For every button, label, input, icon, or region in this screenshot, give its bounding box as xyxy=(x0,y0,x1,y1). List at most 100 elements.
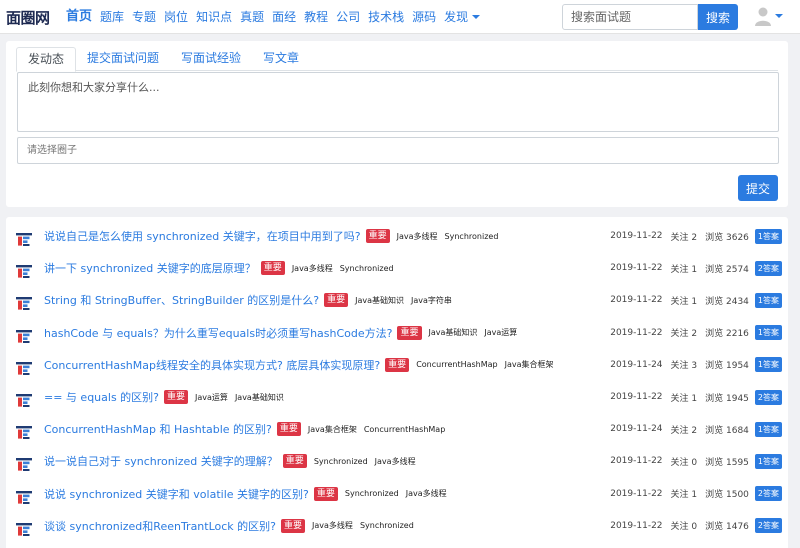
composer-tabs: 发动态 提交面试问题 写面试经验 写文章 xyxy=(16,47,778,72)
tab-submit-question[interactable]: 提交面试问题 xyxy=(76,47,170,71)
question-follows: 关注 0 xyxy=(670,457,698,468)
question-tag[interactable]: Java运算 xyxy=(484,327,517,338)
nav-link-discover-dropdown[interactable]: 发现 xyxy=(440,0,484,34)
answers-badge[interactable]: 1答案 xyxy=(754,421,782,437)
question-meta: 2019-11-22 关注 2 浏览 3626 1答案 xyxy=(610,220,782,252)
nav-link-source-code[interactable]: 源码 xyxy=(408,0,440,34)
answers-badge[interactable]: 1答案 xyxy=(754,453,782,469)
answers-badge[interactable]: 2答案 xyxy=(754,518,782,534)
question-category-icon xyxy=(16,424,32,440)
nav-link-knowledge[interactable]: 知识点 xyxy=(192,0,236,34)
search-input[interactable] xyxy=(562,4,698,30)
important-badge: 重要 xyxy=(164,390,189,404)
nav-link-question-bank[interactable]: 题库 xyxy=(96,0,128,34)
answers-badge[interactable]: 2答案 xyxy=(754,486,782,502)
question-tag[interactable]: Java基础知识 xyxy=(429,327,478,338)
tab-write-experience[interactable]: 写面试经验 xyxy=(170,47,252,71)
question-tag[interactable]: Java多线程 xyxy=(312,520,353,531)
question-row: 说说 synchronized 关键字和 volatile 关键字的区别? 重要 S… xyxy=(6,478,788,510)
tab-post-update[interactable]: 发动态 xyxy=(16,47,77,72)
question-follows: 关注 1 xyxy=(670,490,698,501)
answers-badge[interactable]: 2答案 xyxy=(754,389,782,405)
question-title-link[interactable]: 说说自己是怎么使用 synchronized 关键字，在项目中用到了吗? xyxy=(44,228,361,244)
question-title-link[interactable]: ConcurrentHashMap 和 Hashtable 的区别? xyxy=(44,421,272,437)
post-textarea[interactable] xyxy=(17,72,779,132)
question-row: 说一说自己对于 synchronized 关键字的理解？ 重要 Synchroniz… xyxy=(6,445,788,477)
answers-badge[interactable]: 2答案 xyxy=(754,260,782,276)
question-category-icon xyxy=(16,392,32,407)
question-title-link[interactable]: 说一说自己对于 synchronized 关键字的理解？ xyxy=(44,453,278,469)
site-logo[interactable]: 面圈网 xyxy=(6,7,50,28)
answers-badge[interactable]: 1答案 xyxy=(754,292,782,308)
question-meta: 2019-11-22 关注 1 浏览 2574 2答案 xyxy=(610,252,782,284)
question-main: 说一说自己对于 synchronized 关键字的理解？ 重要 Synchroniz… xyxy=(44,445,416,477)
question-date: 2019-11-22 xyxy=(610,295,663,306)
tab-write-article[interactable]: 写文章 xyxy=(252,47,310,71)
answers-badge[interactable]: 1答案 xyxy=(754,357,782,373)
question-tag[interactable]: ConcurrentHashMap xyxy=(416,360,497,369)
question-tag[interactable]: Java集合框架 xyxy=(505,359,554,370)
question-row: hashCode 与 equals？为什么重写equals时必须重写hashCo… xyxy=(6,317,788,349)
question-tag[interactable]: Synchronized xyxy=(314,457,368,466)
question-tag[interactable]: Synchronized xyxy=(340,264,394,273)
question-follows: 关注 1 xyxy=(670,264,698,275)
submit-button[interactable]: 提交 xyxy=(738,175,778,201)
answers-badge[interactable]: 1答案 xyxy=(754,325,782,341)
user-avatar-icon[interactable] xyxy=(754,6,772,26)
important-badge: 重要 xyxy=(260,261,285,276)
question-title-link[interactable]: ConcurrentHashMap线程安全的具体实现方式? 底层具体实现原理? xyxy=(44,357,380,373)
answers-badge[interactable]: 1答案 xyxy=(754,228,782,244)
question-category-icon xyxy=(16,360,32,375)
question-row: == 与 equals 的区别? 重要 Java运算 Java基础知识 2019-11-… xyxy=(6,381,788,413)
question-tag[interactable]: Java集合框架 xyxy=(308,424,357,435)
user-menu-caret-icon[interactable] xyxy=(775,14,783,18)
question-row: 讲一下 synchronized 关键字的底层原理？ 重要 Java多线程 Synch… xyxy=(6,252,788,284)
question-category-icon xyxy=(16,295,32,311)
nav-link-tutorials[interactable]: 教程 xyxy=(300,0,332,34)
nav-link-real-questions[interactable]: 真题 xyxy=(236,0,268,34)
circle-select[interactable]: 请选择圈子 xyxy=(17,137,779,164)
question-title-link[interactable]: == 与 equals 的区别? xyxy=(44,389,159,405)
nav-link-interview-exp[interactable]: 面经 xyxy=(268,0,300,34)
question-meta: 2019-11-22 关注 0 浏览 1595 1答案 xyxy=(610,445,782,477)
top-navbar: 面圈网 首页 题库 专题 岗位 知识点 真题 面经 教程 公司 技术栈 源码 发… xyxy=(0,0,800,34)
question-tag[interactable]: Java基础知识 xyxy=(235,392,284,403)
question-main: ConcurrentHashMap线程安全的具体实现方式? 底层具体实现原理? 重… xyxy=(44,349,554,381)
question-tag[interactable]: Java多线程 xyxy=(375,456,416,467)
question-title-link[interactable]: 说说 synchronized 关键字和 volatile 关键字的区别? xyxy=(44,486,309,502)
question-tag[interactable]: ConcurrentHashMap xyxy=(364,425,445,434)
question-meta: 2019-11-24 关注 2 浏览 1684 1答案 xyxy=(610,413,782,445)
question-tag[interactable]: Java多线程 xyxy=(397,231,438,242)
question-tag[interactable]: Java多线程 xyxy=(292,263,333,274)
question-main: hashCode 与 equals？为什么重写equals时必须重写hashCo… xyxy=(44,317,517,349)
question-tag[interactable]: Java字符串 xyxy=(411,295,452,306)
question-views: 浏览 2574 xyxy=(705,264,749,275)
question-follows: 关注 3 xyxy=(670,361,698,372)
nav-link-tech-stack[interactable]: 技术栈 xyxy=(364,0,408,34)
important-badge: 重要 xyxy=(276,422,301,437)
nav-link-companies[interactable]: 公司 xyxy=(332,0,364,34)
question-row: 谈谈 synchronized和ReenTrantLock 的区别? 重要 Java… xyxy=(6,510,788,542)
question-tag[interactable]: Java多线程 xyxy=(406,488,447,499)
question-views: 浏览 3626 xyxy=(705,232,749,243)
question-main: 说说 synchronized 关键字和 volatile 关键字的区别? 重要 S… xyxy=(44,478,447,510)
important-badge: 重要 xyxy=(324,293,349,308)
important-badge: 重要 xyxy=(397,325,422,340)
question-title-link[interactable]: String 和 StringBuffer、StringBuilder 的区别是… xyxy=(44,292,319,308)
question-tag[interactable]: Synchronized xyxy=(345,489,399,498)
question-tag[interactable]: Java运算 xyxy=(195,392,228,403)
question-meta: 2019-11-22 关注 1 浏览 2434 1答案 xyxy=(610,284,782,316)
question-title-link[interactable]: 谈谈 synchronized和ReenTrantLock 的区别? xyxy=(44,518,276,534)
question-meta: 2019-11-22 关注 0 浏览 1476 2答案 xyxy=(610,510,782,542)
question-tag[interactable]: Synchronized xyxy=(360,521,414,530)
question-row: 说说自己是怎么使用 synchronized 关键字，在项目中用到了吗? 重要 Ja… xyxy=(6,220,788,252)
question-title-link[interactable]: 讲一下 synchronized 关键字的底层原理？ xyxy=(44,260,256,276)
nav-link-topics[interactable]: 专题 xyxy=(128,0,160,34)
question-tag[interactable]: Synchronized xyxy=(445,232,499,241)
question-views: 浏览 1684 xyxy=(705,425,749,436)
nav-link-home[interactable]: 首页 xyxy=(62,0,96,34)
nav-link-positions[interactable]: 岗位 xyxy=(160,0,192,34)
question-title-link[interactable]: hashCode 与 equals？为什么重写equals时必须重写hashCo… xyxy=(44,325,392,341)
question-tag[interactable]: Java基础知识 xyxy=(355,295,404,306)
search-button[interactable]: 搜索 xyxy=(698,4,738,30)
